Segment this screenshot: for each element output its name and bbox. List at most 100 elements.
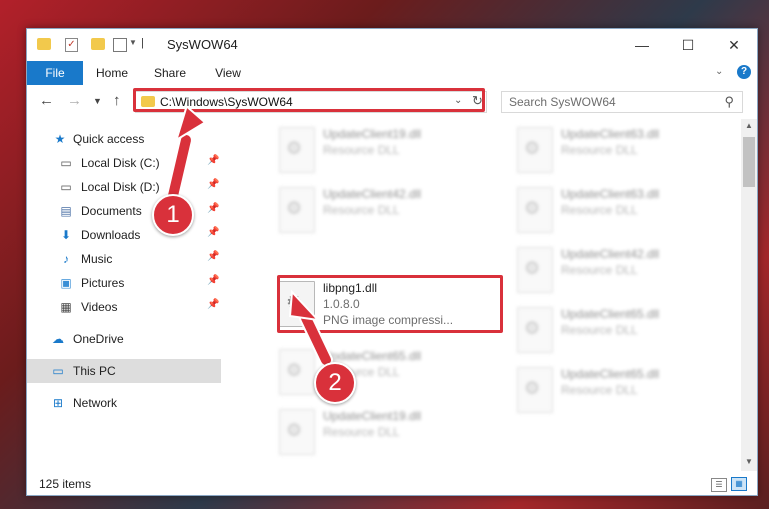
- pin-icon[interactable]: 📌: [207, 299, 219, 310]
- file-type: Resource DLL: [561, 323, 638, 337]
- file-item[interactable]: UpdateClient65.dll Resource DLL: [511, 363, 741, 417]
- file-type: Resource DLL: [323, 143, 400, 157]
- minimize-button[interactable]: —: [619, 29, 665, 61]
- file-name: UpdateClient65.dll: [323, 349, 422, 363]
- scroll-down-icon[interactable]: ▼: [745, 457, 753, 466]
- sidebar-item-this-pc[interactable]: ▭ This PC: [27, 359, 221, 383]
- title-separator: |: [141, 37, 144, 49]
- sidebar-item-label: Music: [81, 252, 113, 266]
- file-name: UpdateClient63.dll: [561, 127, 660, 141]
- address-bar[interactable]: C:\Windows\SysWOW64 ⌄ ↻: [135, 91, 487, 113]
- dll-file-icon: [279, 127, 315, 173]
- picture-icon: ▣: [60, 276, 72, 290]
- network-icon: ⊞: [52, 396, 64, 410]
- drive-icon: ▭: [60, 180, 72, 194]
- maximize-button[interactable]: ☐: [665, 29, 711, 61]
- file-item[interactable]: UpdateClient19.dll Resource DLL: [273, 405, 503, 459]
- quick-access-toolbar-icon[interactable]: [113, 38, 127, 52]
- ribbon: File Home Share View ⌄ ?: [27, 61, 757, 85]
- sidebar-item-local-disk-c[interactable]: ▭ Local Disk (C:) 📌: [27, 151, 221, 175]
- title-bar: ✓ ▼ | SysWOW64 — ☐ ✕: [27, 29, 757, 61]
- file-type: Resource DLL: [561, 263, 638, 277]
- scrollbar-thumb[interactable]: [743, 137, 755, 187]
- pin-icon[interactable]: 📌: [207, 179, 219, 190]
- address-path[interactable]: C:\Windows\SysWOW64: [160, 95, 293, 109]
- sidebar-item-label: OneDrive: [73, 332, 124, 346]
- folder-icon[interactable]: [37, 38, 51, 50]
- navigation-pane: ★ Quick access ▭ Local Disk (C:) 📌 ▭ Loc…: [27, 125, 221, 471]
- sidebar-item-downloads[interactable]: ⬇ Downloads 📌: [27, 223, 221, 247]
- sidebar-item-local-disk-d[interactable]: ▭ Local Disk (D:) 📌: [27, 175, 221, 199]
- music-icon: ♪: [63, 252, 69, 266]
- item-count: 125 items: [39, 477, 92, 491]
- file-item[interactable]: UpdateClient19.dll Resource DLL: [273, 123, 503, 177]
- pin-icon[interactable]: 📌: [207, 203, 219, 214]
- file-name: UpdateClient19.dll: [323, 127, 422, 141]
- dll-file-icon: [517, 187, 553, 233]
- file-item[interactable]: UpdateClient63.dll Resource DLL: [511, 183, 741, 237]
- drive-icon: ▭: [60, 156, 72, 170]
- file-item[interactable]: UpdateClient42.dll Resource DLL: [273, 183, 503, 237]
- file-item[interactable]: UpdateClient65.dll Resource DLL: [511, 303, 741, 357]
- forward-arrow-icon[interactable]: →: [67, 92, 82, 109]
- tiles-view-icon[interactable]: ▦: [731, 477, 747, 491]
- file-name: UpdateClient65.dll: [561, 307, 660, 321]
- search-icon[interactable]: ⚲: [724, 94, 734, 110]
- pin-icon[interactable]: 📌: [207, 275, 219, 286]
- dll-file-icon: [517, 127, 553, 173]
- refresh-icon[interactable]: ↻: [472, 93, 483, 109]
- customize-toolbar-dropdown-icon[interactable]: ▼: [129, 38, 137, 47]
- step-1-badge: 1: [152, 194, 194, 236]
- file-name: UpdateClient42.dll: [561, 247, 660, 261]
- cloud-icon: ☁: [52, 332, 64, 346]
- sidebar-item-quick-access[interactable]: ★ Quick access: [27, 127, 221, 151]
- sidebar-item-network[interactable]: ⊞ Network: [27, 391, 221, 415]
- sidebar-item-onedrive[interactable]: ☁ OneDrive: [27, 327, 221, 351]
- computer-icon: ▭: [52, 364, 64, 378]
- recent-locations-icon[interactable]: ▼: [93, 96, 102, 106]
- step-2-badge: 2: [314, 362, 356, 404]
- folder-icon: [141, 96, 155, 107]
- star-icon: ★: [54, 132, 66, 146]
- sidebar-item-label: Local Disk (D:): [81, 180, 160, 194]
- file-item[interactable]: UpdateClient63.dll Resource DLL: [511, 123, 741, 177]
- sidebar-item-pictures[interactable]: ▣ Pictures 📌: [27, 271, 221, 295]
- back-arrow-icon[interactable]: ←: [39, 92, 54, 109]
- new-folder-icon[interactable]: [91, 38, 105, 50]
- sidebar-item-label: Quick access: [73, 132, 145, 146]
- expand-ribbon-icon[interactable]: ⌄: [715, 66, 723, 77]
- sidebar-item-label: This PC: [73, 364, 116, 378]
- dll-file-icon: [279, 409, 315, 455]
- pin-icon[interactable]: 📌: [207, 227, 219, 238]
- tab-home[interactable]: Home: [83, 61, 141, 85]
- search-input[interactable]: Search SysWOW64 ⚲: [501, 91, 743, 113]
- properties-check-icon[interactable]: ✓: [65, 38, 78, 52]
- file-item[interactable]: UpdateClient42.dll Resource DLL: [511, 243, 741, 297]
- tab-view[interactable]: View: [199, 61, 257, 85]
- sidebar-item-label: Videos: [81, 300, 118, 314]
- file-type: Resource DLL: [323, 203, 400, 217]
- address-dropdown-icon[interactable]: ⌄: [454, 95, 462, 106]
- vertical-scrollbar[interactable]: ▲ ▼: [741, 119, 757, 471]
- file-type: Resource DLL: [561, 143, 638, 157]
- scroll-up-icon[interactable]: ▲: [745, 121, 753, 130]
- up-arrow-icon[interactable]: ↑: [113, 92, 121, 109]
- sidebar-item-music[interactable]: ♪ Music 📌: [27, 247, 221, 271]
- dll-file-icon: [279, 349, 315, 395]
- dll-file-icon: [517, 247, 553, 293]
- file-item[interactable]: UpdateClient65.dll Resource DLL: [273, 345, 503, 399]
- window-title: SysWOW64: [167, 37, 238, 52]
- pin-icon[interactable]: 📌: [207, 251, 219, 262]
- file-name: UpdateClient65.dll: [561, 367, 660, 381]
- sidebar-item-label: Network: [73, 396, 118, 410]
- tab-share[interactable]: Share: [141, 61, 199, 85]
- pin-icon[interactable]: 📌: [207, 155, 219, 166]
- video-icon: ▦: [60, 300, 72, 314]
- sidebar-item-videos[interactable]: ▦ Videos 📌: [27, 295, 221, 319]
- close-button[interactable]: ✕: [711, 29, 757, 61]
- help-icon[interactable]: ?: [737, 65, 751, 79]
- tab-file[interactable]: File: [27, 61, 83, 85]
- document-icon: ▤: [60, 204, 72, 218]
- details-view-icon[interactable]: ☰: [711, 478, 727, 492]
- search-placeholder: Search SysWOW64: [509, 95, 616, 109]
